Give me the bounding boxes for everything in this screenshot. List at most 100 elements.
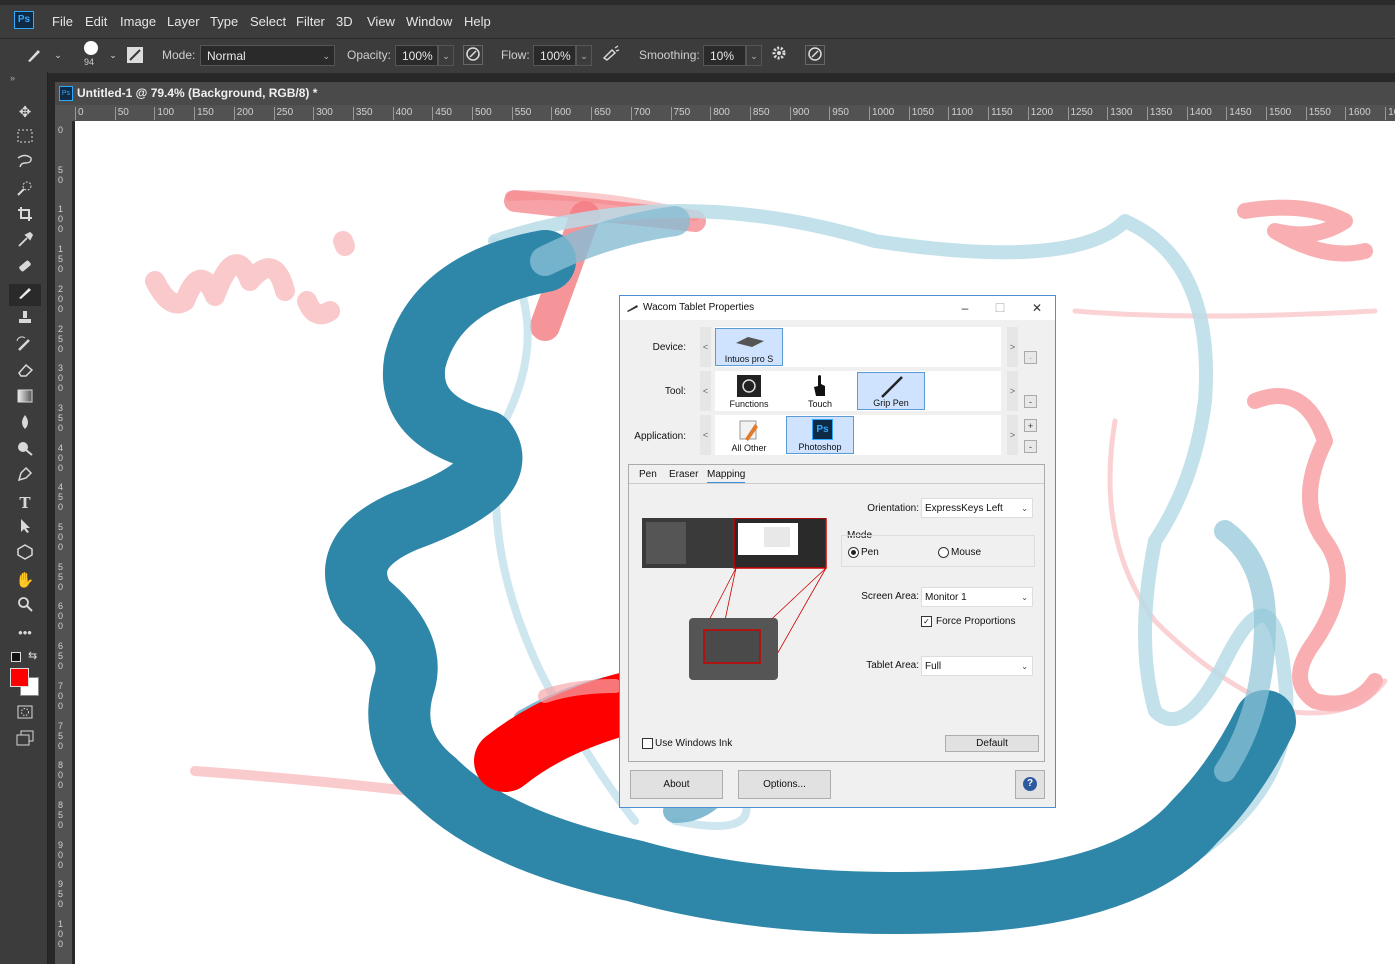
crop-tool-icon[interactable] [13, 206, 37, 228]
use-windows-ink-checkbox[interactable] [642, 738, 653, 749]
document-tab[interactable]: Ps Untitled-1 @ 79.4% (Background, RGB/8… [55, 82, 1395, 105]
brush-preview-icon[interactable] [84, 41, 98, 55]
tool-remove-button[interactable]: - [1024, 395, 1037, 408]
pressure-opacity-icon[interactable] [463, 45, 483, 65]
quick-mask-icon[interactable] [13, 704, 37, 726]
application-remove-button[interactable]: - [1024, 440, 1037, 453]
menu-window[interactable]: Window [406, 14, 452, 29]
screen-mode-icon[interactable] [13, 730, 37, 752]
menu-help[interactable]: Help [464, 14, 491, 29]
mode-mouse-radio[interactable] [938, 547, 949, 558]
tool-scroll-right[interactable]: > [1007, 371, 1018, 411]
blur-tool-icon[interactable] [13, 414, 37, 436]
ruler-tick-label: 200 [58, 283, 64, 314]
app-tile-all-other[interactable]: All Other [715, 416, 783, 454]
tab-eraser[interactable]: Eraser [669, 469, 698, 480]
flow-input[interactable]: 100% [533, 45, 576, 66]
menu-image[interactable]: Image [120, 14, 156, 29]
tool-scroll-left[interactable]: < [700, 371, 711, 411]
ruler-tick-label: 1300 [1107, 107, 1132, 120]
tablet-area-select[interactable]: Full ⌄ [921, 656, 1033, 676]
mode-pen-radio[interactable] [848, 547, 859, 558]
options-button[interactable]: Options... [738, 770, 831, 799]
pressure-size-icon[interactable] [805, 45, 825, 65]
force-proportions-checkbox[interactable]: ✓ [921, 616, 932, 627]
menu-select[interactable]: Select [250, 14, 286, 29]
chevron-down-icon[interactable]: ⌄ [48, 45, 68, 65]
hand-tool-icon[interactable]: ✋ [13, 570, 37, 592]
menu-filter[interactable]: Filter [296, 14, 325, 29]
orientation-select[interactable]: ExpressKeys Left ⌄ [921, 498, 1033, 518]
opacity-input[interactable]: 100% [395, 45, 438, 66]
dialog-titlebar[interactable]: Wacom Tablet Properties – ☐ ✕ [620, 296, 1055, 320]
grip-pen-icon [881, 376, 903, 398]
ruler-tick-label: 50 [114, 107, 129, 120]
healing-brush-tool-icon[interactable] [13, 258, 37, 280]
menu-3d[interactable]: 3D [336, 14, 353, 29]
about-button[interactable]: About [630, 770, 723, 799]
menu-view[interactable]: View [367, 14, 395, 29]
flow-dropdown[interactable]: ⌄ [576, 45, 592, 66]
clone-stamp-tool-icon[interactable] [13, 310, 37, 332]
minimize-icon[interactable]: – [950, 299, 980, 317]
default-button[interactable]: Default [945, 735, 1039, 752]
quick-selection-tool-icon[interactable] [13, 180, 37, 202]
maximize-icon[interactable]: ☐ [985, 299, 1015, 317]
smoothing-input[interactable]: 10% [703, 45, 746, 66]
pen-tool-icon[interactable] [13, 466, 37, 488]
tab-mapping[interactable]: Mapping [707, 469, 746, 484]
move-tool-icon[interactable]: ✥ [13, 102, 37, 124]
menu-edit[interactable]: Edit [85, 14, 107, 29]
ruler-tick-label: 800 [58, 760, 64, 791]
smoothing-dropdown[interactable]: ⌄ [746, 45, 762, 66]
device-tile-intuos[interactable]: Intuos pro S [715, 328, 783, 366]
tool-tile-grip-pen[interactable]: Grip Pen [857, 372, 925, 410]
tool-tile-touch[interactable]: Touch [786, 372, 854, 410]
tablet-area-label: Tablet Area: [866, 660, 919, 671]
chevron-down-icon[interactable]: ⌄ [103, 45, 123, 65]
ruler-tick-label: 900 [58, 839, 64, 870]
menu-type[interactable]: Type [210, 14, 238, 29]
flow-label: Flow: [501, 48, 530, 62]
device-scroll-left[interactable]: < [700, 327, 711, 367]
foreground-color-swatch[interactable] [10, 668, 29, 687]
lasso-tool-icon[interactable] [13, 154, 37, 176]
brush-tool-preset-icon[interactable] [24, 45, 44, 65]
mode-select[interactable]: Normal ⌄ [200, 45, 335, 66]
ruler-tick-label: 600 [551, 107, 571, 120]
swap-colors-icon[interactable]: ⇆ [28, 649, 37, 662]
ruler-tick-label: 500 [58, 522, 64, 552]
dodge-tool-icon[interactable] [13, 440, 37, 462]
menu-file[interactable]: File [52, 14, 73, 29]
close-icon[interactable]: ✕ [1022, 299, 1052, 317]
application-add-button[interactable]: + [1024, 419, 1037, 432]
airbrush-icon[interactable] [601, 45, 621, 65]
collapse-panel-icon[interactable]: » [10, 73, 15, 83]
type-tool-icon[interactable]: T [13, 492, 37, 514]
application-scroll-right[interactable]: > [1007, 415, 1018, 455]
brush-tool-icon[interactable] [9, 284, 41, 306]
eraser-tool-icon[interactable] [13, 362, 37, 384]
device-remove-button[interactable]: - [1024, 351, 1037, 364]
brush-panel-toggle-icon[interactable] [127, 47, 143, 63]
marquee-tool-icon[interactable] [13, 128, 37, 150]
app-tile-photoshop[interactable]: Ps Photoshop [786, 416, 854, 454]
default-colors-icon[interactable] [11, 652, 21, 662]
gradient-tool-icon[interactable] [13, 388, 37, 410]
screen-area-select[interactable]: Monitor 1 ⌄ [921, 587, 1033, 607]
eyedropper-tool-icon[interactable] [13, 231, 37, 254]
gear-icon[interactable] [769, 45, 789, 65]
shape-tool-icon[interactable] [13, 544, 37, 566]
device-scroll-right[interactable]: > [1007, 327, 1018, 367]
zoom-tool-icon[interactable] [13, 596, 37, 618]
history-brush-tool-icon[interactable] [13, 336, 37, 358]
more-tools-icon[interactable]: ••• [13, 622, 37, 644]
help-button[interactable]: ? [1015, 770, 1045, 799]
tab-pen[interactable]: Pen [639, 469, 657, 480]
application-scroll-left[interactable]: < [700, 415, 711, 455]
menu-layer[interactable]: Layer [167, 14, 200, 29]
tool-tile-functions[interactable]: Functions [715, 372, 783, 410]
ruler-origin [55, 105, 72, 121]
opacity-dropdown[interactable]: ⌄ [438, 45, 454, 66]
path-selection-tool-icon[interactable] [13, 518, 37, 540]
